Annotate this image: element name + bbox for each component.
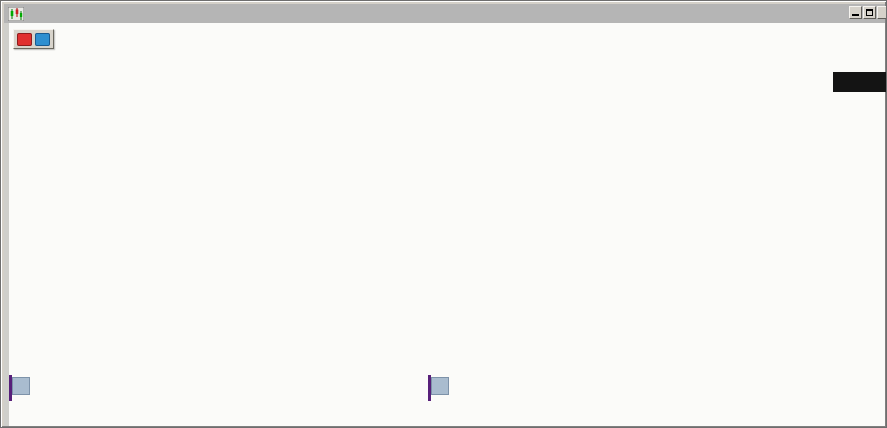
minimize-button[interactable] xyxy=(849,6,862,19)
month-separator-bar xyxy=(428,375,431,401)
month-label-march xyxy=(12,377,30,395)
left-margin xyxy=(4,23,9,426)
chart-window xyxy=(0,0,887,428)
chart-client-area xyxy=(4,23,885,426)
minimize-icon xyxy=(852,14,859,16)
chart-toolbar xyxy=(13,29,54,49)
chart-icon xyxy=(8,7,24,21)
current-price-label xyxy=(833,72,886,92)
month-separator-bar xyxy=(9,375,12,401)
month-label-april xyxy=(431,377,449,395)
toolbar-button-red[interactable] xyxy=(17,33,32,46)
close-button[interactable] xyxy=(877,6,887,19)
maximize-button[interactable] xyxy=(863,6,876,19)
title-bar[interactable] xyxy=(4,4,885,24)
toolbar-button-blue[interactable] xyxy=(35,33,50,46)
maximize-icon xyxy=(866,9,873,16)
